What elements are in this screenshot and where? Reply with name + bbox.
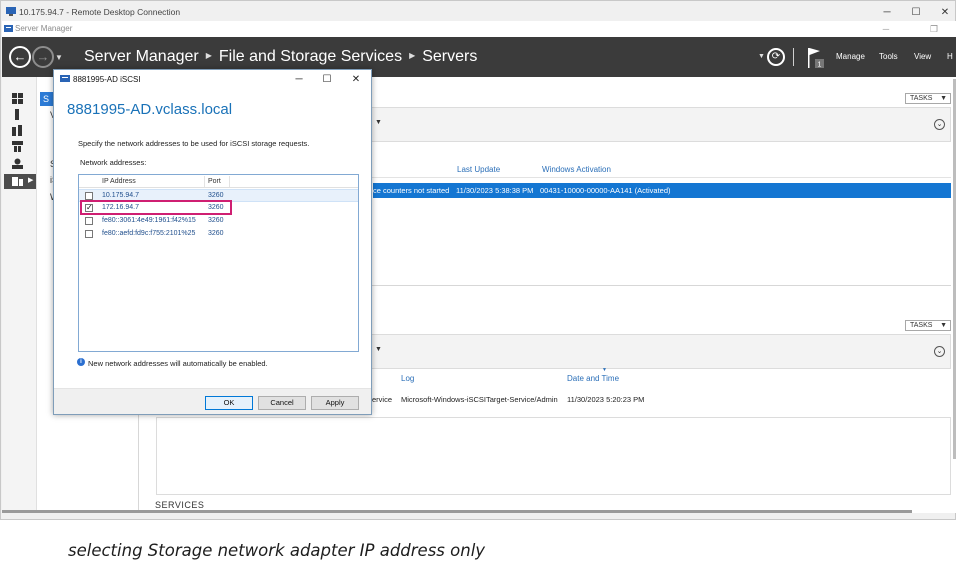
screenshot-caption: selecting Storage network adapter IP add… (68, 541, 486, 560)
collapse-icon[interactable]: ⌄ (934, 346, 945, 357)
dialog-title: 8881995-AD iSCSI (73, 75, 141, 84)
refresh-icon[interactable]: ⟳ (767, 48, 785, 66)
tools-menu[interactable]: Tools (879, 52, 898, 61)
dialog-footer: OK Cancel Apply (54, 388, 371, 414)
list-header: IP Address Port (79, 175, 358, 188)
rdp-title-bar: 10.175.94.7 - Remote Desktop Connection … (1, 3, 956, 21)
app-restore-button[interactable]: ❐ (922, 22, 946, 36)
cancel-button[interactable]: Cancel (258, 396, 306, 410)
help-menu[interactable]: H (947, 52, 953, 61)
services-section-title: SERVICES (155, 500, 205, 510)
file-storage-services-nav[interactable]: ▶ (4, 174, 36, 189)
selection-highlight-box (80, 200, 232, 215)
info-message: New network addresses will automatically… (88, 359, 268, 368)
column-log[interactable]: Log (401, 374, 414, 383)
event-detail-area (156, 417, 951, 495)
remote-desktop-icon (6, 7, 16, 16)
address-checkbox[interactable] (85, 217, 93, 225)
address-checkbox[interactable] (85, 192, 93, 200)
breadcrumb-separator-icon: ▶ (205, 51, 212, 60)
servers-tasks-button[interactable]: TASKS ▼ (905, 93, 951, 104)
list-item[interactable]: fe80::aefd:fd9c:f755:2101%25 3260 (79, 228, 358, 241)
address-ip: fe80::aefd:fd9c:f755:2101%25 (102, 230, 196, 237)
address-checkbox[interactable] (85, 230, 93, 238)
column-date-time[interactable]: Date and Time (567, 374, 619, 383)
back-button[interactable]: ← (9, 46, 31, 68)
dialog-maximize-button[interactable]: ☐ (313, 71, 341, 89)
dialog-instruction: Specify the network addresses to be used… (78, 139, 310, 148)
row-log: Microsoft-Windows-iSCSITarget-Service/Ad… (401, 395, 558, 404)
column-ip-address[interactable]: IP Address (102, 178, 136, 185)
tasks-label: TASKS (910, 95, 933, 102)
history-dropdown-icon[interactable]: ▼ (55, 53, 63, 62)
sort-descending-icon: ▼ (602, 367, 607, 373)
row-last-update: 11/30/2023 5:38:38 PM (456, 186, 534, 195)
expand-chevron-icon: ▶ (28, 177, 34, 184)
dns-icon[interactable] (12, 158, 23, 169)
row-status: ce counters not started (373, 186, 450, 195)
row-source: ervice (372, 395, 393, 404)
rdp-title: 10.175.94.7 - Remote Desktop Connection (19, 7, 181, 17)
dialog-title-bar: 8881995-AD iSCSI ─ ☐ ✕ (54, 70, 371, 90)
ad-ds-icon[interactable] (12, 141, 23, 152)
column-windows-activation[interactable]: Windows Activation (542, 165, 611, 174)
dialog-heading: 8881995-AD.vclass.local (67, 101, 233, 118)
app-title: Server Manager (15, 24, 73, 33)
manage-menu[interactable]: Manage (836, 52, 865, 61)
iscsi-dialog: 8881995-AD iSCSI ─ ☐ ✕ 8881995-AD.vclass… (53, 69, 372, 415)
list-item[interactable]: fe80::3061:4e49:1961:f42%15 3260 (79, 215, 358, 228)
breadcrumb-item[interactable]: Servers (422, 48, 477, 65)
dialog-minimize-button[interactable]: ─ (285, 71, 313, 89)
events-tasks-button[interactable]: TASKS ▼ (905, 320, 951, 331)
notification-count: 1 (818, 62, 822, 69)
horizontal-scrollbar[interactable] (2, 510, 912, 513)
dialog-close-button[interactable]: ✕ (342, 71, 370, 89)
tasks-label: TASKS (910, 322, 933, 329)
ok-button[interactable]: OK (205, 396, 253, 410)
row-date-time: 11/30/2023 5:20:23 PM (567, 395, 645, 404)
network-addresses-label: Network addresses: (80, 158, 147, 167)
filter-dropdown-icon[interactable]: ▼ (375, 119, 382, 126)
column-last-update[interactable]: Last Update (457, 165, 500, 174)
app-title-bar: Server Manager ─ ❐ (2, 21, 956, 37)
server-manager-icon (4, 25, 13, 32)
dropdown-icon: ▼ (940, 95, 947, 102)
dropdown-icon: ▼ (940, 322, 947, 329)
rdp-close-button[interactable]: ✕ (930, 5, 956, 21)
collapse-icon[interactable]: ⌄ (934, 119, 945, 130)
column-port[interactable]: Port (208, 178, 221, 185)
address-port: 3260 (208, 192, 224, 199)
address-ip: 10.175.94.7 (102, 192, 139, 199)
view-menu[interactable]: View (914, 52, 931, 61)
row-activation: 00431-10000-00000-AA141 (Activated) (540, 186, 671, 195)
table-row[interactable]: ce counters not started 11/30/2023 5:38:… (373, 183, 951, 198)
file-storage-icon (12, 177, 23, 186)
iscsi-icon (60, 75, 70, 82)
filter-dropdown-icon[interactable]: ▼ (375, 346, 382, 353)
local-server-icon[interactable] (12, 109, 23, 120)
header-divider (793, 48, 794, 66)
breadcrumb-item[interactable]: File and Storage Services (219, 48, 402, 65)
column-divider (229, 176, 230, 187)
refresh-dropdown-icon[interactable]: ▼ (758, 53, 765, 60)
notifications-flag-icon[interactable]: 1 (807, 47, 825, 69)
breadcrumb-item[interactable]: Server Manager (84, 48, 199, 65)
dashboard-icon[interactable] (12, 93, 23, 104)
breadcrumb: Server Manager ▶ File and Storage Services… (84, 48, 477, 66)
app-minimize-button[interactable]: ─ (874, 22, 898, 36)
address-ip: fe80::3061:4e49:1961:f42%15 (102, 217, 196, 224)
breadcrumb-separator-icon: ▶ (409, 51, 416, 60)
forward-button[interactable]: → (32, 46, 54, 68)
address-port: 3260 (208, 217, 224, 224)
rdp-minimize-button[interactable]: ─ (872, 5, 902, 21)
column-divider (204, 176, 205, 187)
address-port: 3260 (208, 230, 224, 237)
info-icon: i (77, 358, 85, 366)
left-icon-rail: ▶ (2, 77, 37, 513)
apply-button[interactable]: Apply (311, 396, 359, 410)
all-servers-icon[interactable] (12, 125, 23, 136)
rdp-maximize-button[interactable]: ☐ (901, 5, 931, 21)
